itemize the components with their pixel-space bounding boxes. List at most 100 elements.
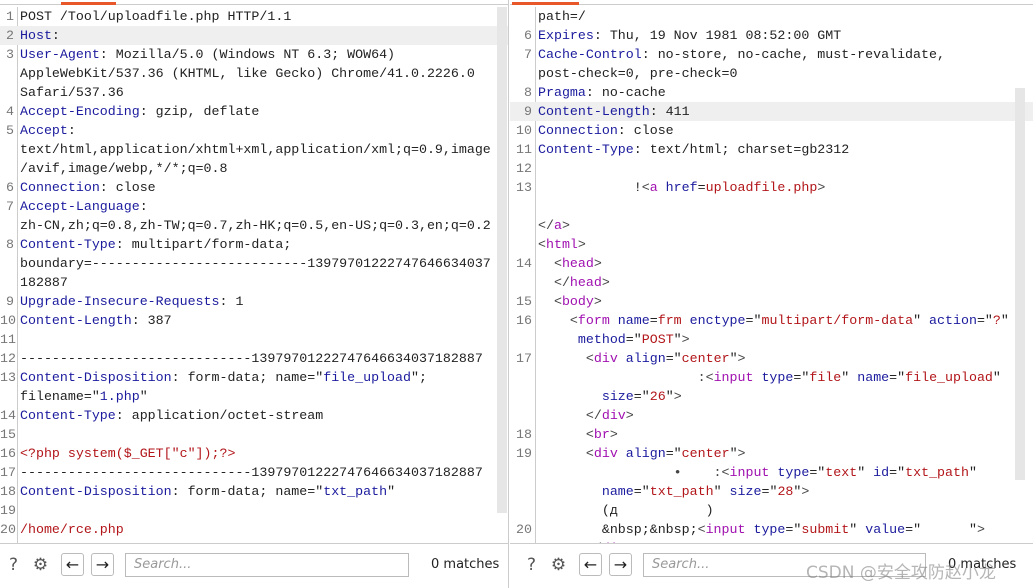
search-input[interactable]: Search... (125, 553, 409, 577)
line-number: 19 (0, 503, 16, 518)
code-token: ! (538, 180, 642, 195)
code-token: uploadfile.php (705, 180, 818, 195)
line-number: 10 (0, 313, 16, 328)
code-token: POST (641, 332, 674, 347)
code-token: " (968, 465, 977, 480)
code-token: > (609, 427, 618, 442)
code-token: " (713, 484, 722, 499)
line-number: 20 (0, 522, 16, 537)
code-token: POST /Tool/uploadfile.php HTTP/1.1 (20, 9, 292, 24)
next-match-button[interactable]: → (91, 553, 114, 576)
active-tab-indicator (61, 2, 116, 5)
code-token: " (1000, 313, 1009, 328)
previous-match-button[interactable]: ← (61, 553, 84, 576)
code-token: head (569, 275, 602, 290)
code-token: 26 (649, 389, 666, 404)
code-token: : no-cache (585, 85, 666, 100)
code-token: : multipart/form-data; (115, 237, 292, 252)
code-line: 4 Accept-Encoding: gzip, deflate (0, 102, 508, 121)
code-token: " (387, 484, 396, 499)
response-editor[interactable]: path=/ 6 Expires: Thu, 19 Nov 1981 08:52:0… (510, 7, 1033, 543)
request-pane: 1 POST /Tool/uploadfile.php HTTP/1.1 2 Host… (0, 0, 509, 588)
code-token: "; (411, 370, 427, 385)
code-token: submit (801, 522, 850, 537)
code-token: < (538, 427, 594, 442)
code-token: Safari/537.36 (20, 85, 124, 100)
code-token: multipart/form-data (761, 313, 914, 328)
code-token: input (705, 522, 746, 537)
code-token: name (609, 313, 650, 328)
code-token: : application/octet-stream (115, 408, 324, 423)
code-token: > (561, 218, 570, 233)
code-token: body (561, 294, 594, 309)
code-token: Content-Length (20, 313, 132, 328)
code-token: =" (976, 313, 993, 328)
code-token: =" (665, 446, 682, 461)
code-token: Accept-Language (20, 199, 140, 214)
next-match-button[interactable]: → (609, 553, 632, 576)
line-number: 10 (516, 123, 532, 138)
code-token: text/html,application/xhtml+xml,applicat… (20, 142, 491, 157)
help-icon[interactable]: ? (520, 553, 543, 576)
code-token: : no-store, no-cache, must-revalidate, (641, 47, 945, 62)
line-number: 18 (0, 484, 16, 499)
code-line: 14 <head> (510, 254, 1033, 273)
code-token: html (545, 237, 578, 252)
code-token: filename=" (20, 389, 100, 404)
code-token: = (697, 180, 706, 195)
request-scrollbar[interactable] (497, 7, 507, 513)
code-token: < (641, 180, 650, 195)
code-token: > (681, 332, 690, 347)
code-line: 14 Content-Type: application/octet-stream (0, 406, 508, 425)
code-token: frm (657, 313, 682, 328)
request-editor[interactable]: 1 POST /Tool/uploadfile.php HTTP/1.1 2 Host… (0, 7, 508, 543)
response-scrollbar[interactable] (1015, 88, 1025, 480)
previous-match-button[interactable]: ← (579, 553, 602, 576)
code-token: a (649, 180, 658, 195)
code-token: " (857, 465, 866, 480)
code-token: path=/ (538, 9, 586, 24)
code-token: Pragma (538, 85, 586, 100)
settings-icon[interactable]: ⚙ (29, 553, 52, 576)
line-number: 9 (6, 294, 14, 309)
code-line: (д ) (510, 501, 1033, 520)
code-token: : Mozilla/5.0 (Windows NT 6.3; WOW64) (99, 47, 396, 62)
code-line: zh-CN,zh;q=0.8,zh-TW;q=0.7,zh-HK;q=0.5,e… (0, 216, 508, 235)
code-token: =" (665, 351, 682, 366)
code-token: : close (617, 123, 674, 138)
settings-icon[interactable]: ⚙ (547, 553, 570, 576)
code-line: 17 <div align="center"> (510, 349, 1033, 368)
code-line: 6 Connection: close (0, 178, 508, 197)
code-token: : form-data; name=" (171, 370, 324, 385)
code-line: </head> (510, 273, 1033, 292)
code-line: boundary=---------------------------1397… (0, 254, 508, 273)
code-token: < (538, 237, 546, 252)
code-token: > (601, 275, 610, 290)
code-line: method="POST"> (510, 330, 1033, 349)
line-number: 1 (6, 9, 14, 24)
code-line: AppleWebKit/537.36 (KHTML, like Gecko) C… (0, 64, 508, 83)
help-icon[interactable]: ? (2, 553, 25, 576)
code-line: 9 Content-Length: 411 (510, 102, 1033, 121)
line-number: 11 (0, 332, 16, 347)
line-number: 4 (6, 104, 14, 119)
code-line: 15 (0, 425, 508, 444)
code-line: :<input type="file" name="file_upload" (510, 368, 1033, 387)
response-pane: path=/ 6 Expires: Thu, 19 Nov 1981 08:52:0… (510, 0, 1033, 588)
code-token: file (809, 370, 842, 385)
code-token: Content-Type (20, 408, 116, 423)
code-token: type (769, 465, 810, 480)
code-token: (д ) (538, 503, 714, 518)
line-number: 16 (516, 313, 532, 328)
code-token: Accept-Encoding (20, 104, 140, 119)
code-token: : (51, 28, 60, 43)
code-line: 3 User-Agent: Mozilla/5.0 (Windows NT 6.3… (0, 45, 508, 64)
line-number: 2 (6, 28, 14, 43)
code-token: text (825, 465, 858, 480)
code-token: Content-Length (538, 104, 650, 119)
code-token: > (737, 351, 746, 366)
code-token: " (729, 446, 738, 461)
code-token: </ (538, 218, 554, 233)
line-number: 17 (516, 351, 532, 366)
